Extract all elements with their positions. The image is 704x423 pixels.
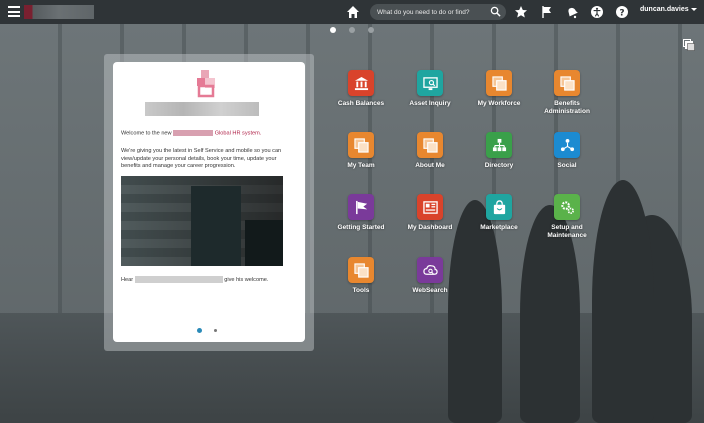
app-tile-my-team[interactable]: My Team (326, 132, 396, 170)
app-tile-label: My Team (347, 162, 375, 169)
welcome-card: Welcome to the new Global HR system. We'… (113, 62, 305, 342)
app-tile-label: Marketplace (480, 224, 518, 231)
dashboard-icon (417, 194, 443, 220)
hear-prefix: Hear (121, 276, 134, 283)
app-tile-directory[interactable]: Directory (464, 132, 534, 170)
asset-inquiry-icon (417, 70, 443, 96)
app-tile-label: Benefits Administration (544, 100, 590, 115)
search-icon[interactable] (490, 6, 501, 17)
app-tile-tools[interactable]: Tools (326, 257, 396, 295)
documents-icon (348, 132, 374, 158)
search-field[interactable]: What do you need to do or find? (370, 4, 506, 20)
bank-icon (348, 70, 374, 96)
flag-icon (348, 194, 374, 220)
search-placeholder: What do you need to do or find? (377, 8, 470, 16)
company-logo (24, 5, 94, 19)
navigator-menu-icon[interactable] (8, 6, 20, 17)
video-caption: Hear give his welcome. (121, 276, 268, 283)
app-tile-label: Setup and Maintenance (547, 224, 587, 239)
documents-icon (417, 132, 443, 158)
home-icon[interactable] (346, 5, 360, 19)
carousel-dot[interactable] (214, 329, 217, 332)
hear-suffix: give his welcome. (224, 276, 269, 283)
welcome-video[interactable] (121, 176, 283, 266)
app-tile-label: WebSearch (412, 287, 448, 294)
user-menu[interactable]: duncan.davies (640, 6, 697, 13)
app-tile-about-me[interactable]: About Me (395, 132, 465, 170)
documents-icon (554, 70, 580, 96)
app-tile-websearch[interactable]: WebSearch (395, 257, 465, 295)
web-search-icon (417, 257, 443, 283)
stacked-tiles-view-icon[interactable] (683, 39, 695, 51)
app-tile-getting-started[interactable]: Getting Started (326, 194, 396, 232)
help-icon[interactable]: ? (615, 5, 629, 19)
app-tile-asset-inquiry[interactable]: Asset Inquiry (395, 70, 465, 108)
springboard-page-indicator (330, 27, 374, 33)
app-tile-benefits-administration[interactable]: Benefits Administration (532, 70, 602, 115)
app-tile-label: Directory (484, 162, 514, 169)
app-tile-label: My Dashboard (407, 224, 453, 231)
watchlist-flag-icon[interactable] (540, 5, 554, 19)
notifications-bell-icon[interactable] (565, 5, 579, 19)
welcome-intro-text: We're giving you the latest in Self Serv… (121, 148, 282, 169)
app-tile-my-dashboard[interactable]: My Dashboard (395, 194, 465, 232)
app-tile-label: Tools (352, 287, 370, 294)
page-dot[interactable] (368, 27, 374, 33)
gears-icon (554, 194, 580, 220)
welcome-prefix: Welcome to the new (121, 130, 172, 137)
app-tile-my-workforce[interactable]: My Workforce (464, 70, 534, 108)
org-chart-icon (486, 132, 512, 158)
app-tile-label: Cash Balances (337, 100, 385, 107)
user-name: duncan.davies (640, 6, 689, 13)
video-frame-region (191, 186, 241, 266)
app-tile-label: Getting Started (337, 224, 385, 231)
chevron-down-icon (690, 8, 697, 11)
app-tile-cash-balances[interactable]: Cash Balances (326, 70, 396, 108)
video-frame-region (245, 220, 283, 266)
redacted-company-name (145, 102, 259, 116)
page-dot[interactable] (349, 27, 355, 33)
top-navigation-bar: What do you need to do or find? ? duncan… (0, 0, 704, 24)
company-logo-mark (197, 70, 215, 98)
card-carousel-indicator (197, 328, 217, 333)
app-tile-label: My Workforce (477, 100, 521, 107)
app-tile-label: Asset Inquiry (409, 100, 451, 107)
background-person (448, 200, 502, 423)
shopping-bag-icon (486, 194, 512, 220)
redacted-text (173, 130, 214, 136)
app-tile-label: Social (557, 162, 577, 169)
app-tile-social[interactable]: Social (532, 132, 602, 170)
welcome-suffix: Global HR system. (214, 130, 262, 137)
favorites-star-icon[interactable] (514, 5, 528, 19)
app-tile-label: About Me (415, 162, 445, 169)
documents-icon (486, 70, 512, 96)
social-network-icon (554, 132, 580, 158)
documents-icon (348, 257, 374, 283)
welcome-heading: Welcome to the new Global HR system. (121, 130, 299, 136)
app-tile-marketplace[interactable]: Marketplace (464, 194, 534, 232)
page-dot[interactable] (330, 27, 336, 33)
app-tile-setup-and-maintenance[interactable]: Setup and Maintenance (532, 194, 602, 239)
svg-text:?: ? (619, 8, 624, 18)
accessibility-icon[interactable] (590, 5, 604, 19)
carousel-dot[interactable] (197, 328, 202, 333)
redacted-text (134, 276, 223, 283)
